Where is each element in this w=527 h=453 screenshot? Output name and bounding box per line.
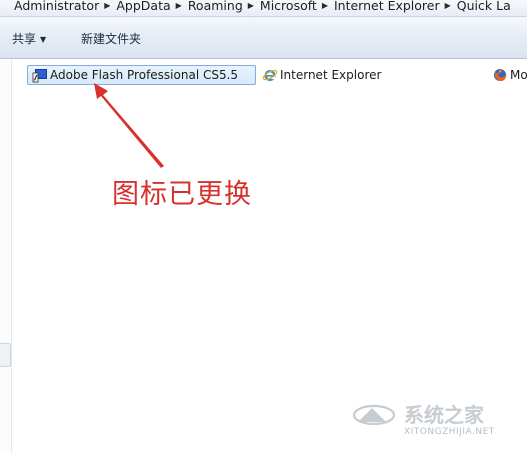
watermark-text: 系统之家 xyxy=(404,403,484,427)
watermark-logo-icon xyxy=(352,404,396,426)
breadcrumb-item-quick-launch[interactable]: Quick La xyxy=(454,0,514,14)
firefox-icon xyxy=(494,69,507,81)
share-button-label: 共享 xyxy=(12,32,37,46)
dropdown-arrow-icon: ▼ xyxy=(40,35,47,44)
file-list-area[interactable] xyxy=(0,59,527,453)
breadcrumb-item-microsoft[interactable]: Microsoft xyxy=(257,0,320,14)
file-item-internet-explorer[interactable]: Internet Explorer xyxy=(262,65,381,85)
breadcrumb-item-internet-explorer[interactable]: Internet Explorer xyxy=(331,0,443,14)
share-button[interactable]: 共享 ▼ xyxy=(12,32,46,47)
navigation-pane-edge xyxy=(0,59,12,453)
internet-explorer-icon xyxy=(262,69,278,81)
breadcrumb-separator-icon[interactable]: ▶ xyxy=(102,0,113,14)
file-name: Internet Explorer xyxy=(280,68,382,82)
watermark: 系统之家 xyxy=(352,402,484,428)
watermark-url: XITONGZHIJIA.NET xyxy=(404,427,495,437)
file-item-flash-professional[interactable]: Adobe Flash Professional CS5.5 xyxy=(27,65,256,85)
command-bar: 共享 ▼ 新建文件夹 xyxy=(0,17,527,59)
pane-resize-handle[interactable] xyxy=(0,343,11,367)
annotation-caption: 图标已更换 xyxy=(112,179,252,210)
breadcrumb-separator-icon[interactable]: ▶ xyxy=(246,0,257,14)
breadcrumb-item-roaming[interactable]: Roaming xyxy=(185,0,246,14)
flash-app-icon xyxy=(32,69,47,83)
breadcrumb-item-appdata[interactable]: AppData xyxy=(113,0,173,14)
file-name: Mo xyxy=(510,68,527,82)
breadcrumb-item-administrator[interactable]: Administrator xyxy=(0,0,102,14)
address-bar[interactable]: Administrator ▶ AppData ▶ Roaming ▶ Micr… xyxy=(0,0,527,17)
breadcrumb-separator-icon[interactable]: ▶ xyxy=(443,0,454,14)
new-folder-button[interactable]: 新建文件夹 xyxy=(81,32,141,46)
breadcrumb-separator-icon[interactable]: ▶ xyxy=(174,0,185,14)
breadcrumb: Administrator ▶ AppData ▶ Roaming ▶ Micr… xyxy=(0,0,514,14)
file-name: Adobe Flash Professional CS5.5 xyxy=(50,68,239,82)
breadcrumb-separator-icon[interactable]: ▶ xyxy=(320,0,331,14)
file-item-firefox[interactable]: Mo xyxy=(492,65,527,85)
